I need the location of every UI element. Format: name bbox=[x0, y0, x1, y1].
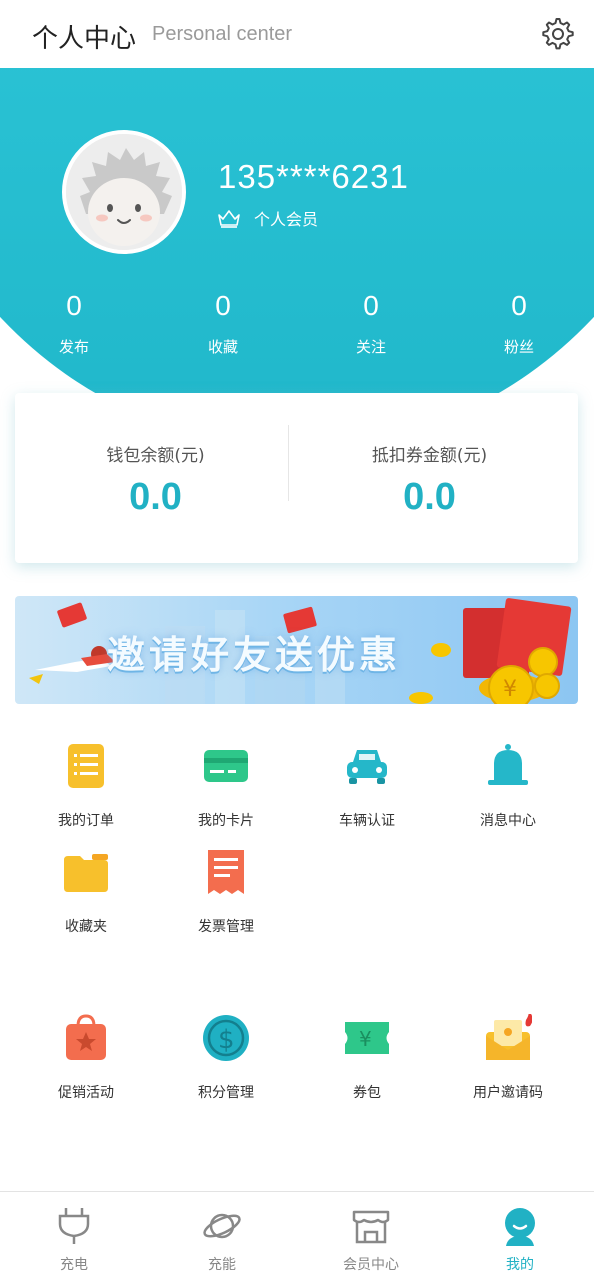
voucher-balance-label: 抵扣券金额(元) bbox=[371, 446, 488, 466]
plug-icon bbox=[58, 1208, 90, 1244]
voucher-balance[interactable]: 抵扣券金额(元) 0.0 bbox=[289, 393, 570, 563]
grid-label: 我的订单 bbox=[58, 813, 114, 829]
planet-icon bbox=[203, 1213, 241, 1239]
grid-label: 收藏夹 bbox=[65, 919, 107, 935]
invite-envelope-icon bbox=[486, 1014, 532, 1060]
gear-icon[interactable] bbox=[540, 16, 576, 52]
grid-item-messages[interactable]: 消息中心 bbox=[438, 742, 578, 842]
stats-row: 0 发布 0 收藏 0 关注 0 粉丝 bbox=[0, 286, 594, 366]
bell-icon bbox=[488, 744, 528, 785]
grid-item-promotions[interactable]: 促销活动 bbox=[16, 1014, 156, 1114]
nav-item-member-center[interactable]: 会员中心 bbox=[297, 1192, 445, 1280]
invite-banner[interactable]: ¥ 邀请好友送优惠 bbox=[15, 596, 578, 704]
svg-text:¥: ¥ bbox=[359, 1027, 372, 1051]
wallet-balance-label: 钱包余额(元) bbox=[106, 446, 205, 466]
grid-label: 用户邀请码 bbox=[473, 1085, 543, 1101]
stat-fans[interactable]: 0 粉丝 bbox=[459, 286, 579, 357]
stat-value: 0 bbox=[363, 290, 379, 321]
stat-label: 粉丝 bbox=[503, 338, 534, 356]
nav-item-energy[interactable]: 充能 bbox=[148, 1192, 296, 1280]
store-icon bbox=[352, 1210, 390, 1244]
crown-icon bbox=[218, 210, 240, 228]
svg-text:¥: ¥ bbox=[503, 677, 517, 702]
stat-value: 0 bbox=[511, 290, 527, 321]
bottom-nav: 充电 充能 会员中心 我的 bbox=[0, 1191, 594, 1280]
shopping-bag-icon bbox=[66, 1014, 106, 1060]
grid-label: 促销活动 bbox=[58, 1085, 114, 1101]
grid-label: 我的卡片 bbox=[198, 813, 254, 829]
grid-item-invite-code[interactable]: 用户邀请码 bbox=[438, 1014, 578, 1114]
stat-value: 0 bbox=[66, 290, 82, 321]
nav-label: 充能 bbox=[208, 1257, 236, 1273]
nav-label: 会员中心 bbox=[343, 1257, 399, 1273]
order-list-icon bbox=[68, 744, 104, 788]
grid-item-coupons[interactable]: ¥ 券包 bbox=[297, 1014, 437, 1114]
stat-label: 关注 bbox=[355, 338, 386, 356]
stat-label: 发布 bbox=[58, 338, 89, 356]
grid-item-invoices[interactable]: 发票管理 bbox=[156, 848, 296, 948]
member-badge: 个人会员 bbox=[216, 206, 318, 230]
grid-label: 积分管理 bbox=[198, 1085, 254, 1101]
nav-label: 充电 bbox=[60, 1257, 88, 1273]
wallet-balance-value: 0.0 bbox=[129, 476, 182, 518]
app-header: 个人中心 Personal center bbox=[0, 0, 594, 68]
banner-text: 邀请好友送优惠 bbox=[107, 633, 402, 677]
coupon-icon: ¥ bbox=[345, 1022, 389, 1054]
folder-icon bbox=[64, 854, 108, 892]
grid-item-vehicle[interactable]: 车辆认证 bbox=[297, 742, 437, 842]
grid-label: 车辆认证 bbox=[339, 813, 395, 829]
wallet-card: 钱包余额(元) 0.0 抵扣券金额(元) 0.0 bbox=[15, 393, 578, 563]
stat-label: 收藏 bbox=[207, 338, 238, 356]
stat-following[interactable]: 0 关注 bbox=[311, 286, 431, 357]
dollar-coin-icon: $ bbox=[203, 1015, 249, 1061]
nav-label: 我的 bbox=[506, 1257, 534, 1273]
invoice-icon bbox=[208, 850, 244, 894]
stat-value: 0 bbox=[215, 290, 231, 321]
nav-item-mine[interactable]: 我的 bbox=[446, 1192, 594, 1280]
nav-item-charge[interactable]: 充电 bbox=[0, 1192, 148, 1280]
stat-posts[interactable]: 0 发布 bbox=[14, 286, 134, 357]
grid-item-points[interactable]: $ 积分管理 bbox=[156, 1014, 296, 1114]
user-icon bbox=[505, 1208, 535, 1246]
card-icon bbox=[204, 750, 248, 782]
grid-item-cards[interactable]: 我的卡片 bbox=[156, 742, 296, 842]
grid-item-orders[interactable]: 我的订单 bbox=[16, 742, 156, 842]
wallet-balance[interactable]: 钱包余额(元) 0.0 bbox=[15, 393, 296, 563]
voucher-balance-value: 0.0 bbox=[403, 476, 456, 518]
car-icon bbox=[347, 750, 387, 784]
avatar[interactable] bbox=[62, 130, 186, 254]
stat-favorites[interactable]: 0 收藏 bbox=[163, 286, 283, 357]
hero-background bbox=[0, 68, 594, 448]
grid-label: 券包 bbox=[353, 1085, 381, 1101]
grid-label: 消息中心 bbox=[480, 813, 536, 829]
hedgehog-avatar-icon bbox=[66, 134, 182, 250]
page-title: 个人中心 bbox=[32, 24, 137, 54]
grid-item-favorites[interactable]: 收藏夹 bbox=[16, 848, 156, 948]
page-subtitle: Personal center bbox=[152, 23, 293, 45]
member-label: 个人会员 bbox=[254, 210, 319, 229]
svg-text:$: $ bbox=[218, 1025, 235, 1055]
grid-label: 发票管理 bbox=[198, 919, 254, 935]
phone-number: 135****6231 bbox=[218, 158, 409, 195]
